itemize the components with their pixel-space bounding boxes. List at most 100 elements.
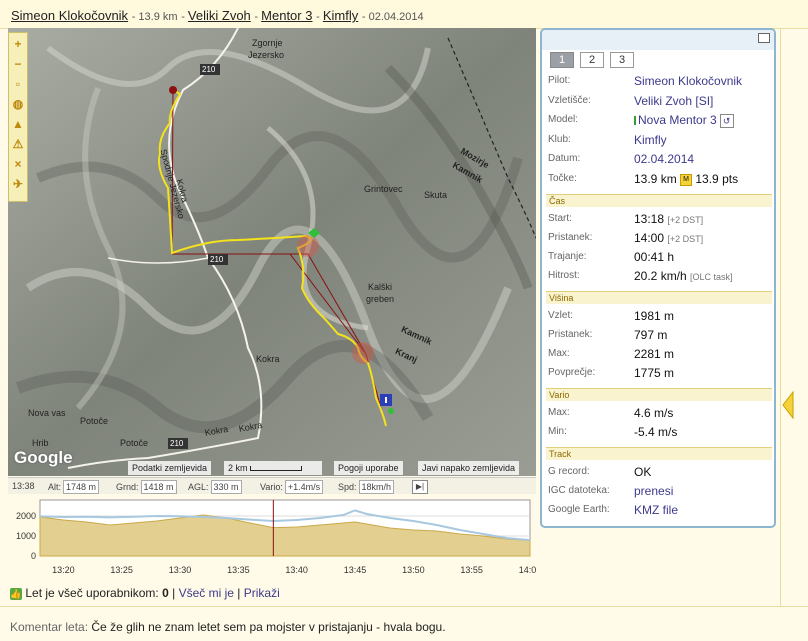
g-record-row: G record: OK [548,463,770,481]
grnd-value: 1418 m [140,480,177,494]
kmz-file-link[interactable]: KMZ file [634,503,678,517]
right-sidebar [780,0,808,606]
takeoff-alt-row: Vzlet: 1981 m [548,307,770,325]
landing-time-row: Pristanek: 14:00 [+2 DST] [548,229,770,247]
like-link[interactable]: Všeč mi je [179,586,234,600]
scale-bar [250,466,303,472]
vario-max-row: Max: 4.6 m/s [548,404,770,422]
map-label: Kalški [368,282,393,292]
likes-bar: 👍 Let je všeč uporabnikom: 0 | Všeč mi j… [10,586,280,600]
site-link[interactable]: Veliki Zvoh [188,8,251,23]
alt-value: 1748 m [63,480,100,494]
map-data-link[interactable]: Podatki zemljevida [128,461,212,475]
points-row: Točke: 13.9 km M 13.9 pts [548,170,770,188]
site-value[interactable]: Veliki Zvoh [SI] [634,94,713,108]
flight-comment: Komentar leta: Če že glih ne znam letet … [0,606,808,641]
section-time: Čas [546,194,772,207]
glider-info-icon[interactable]: ↺ [719,113,734,128]
landing-time-value: 14:00 [+2 DST] [634,231,703,245]
avg-alt-row: Povprečje: 1775 m [548,364,770,382]
y-tick-label: 2000 [16,511,36,521]
globe-icon[interactable]: ◍ [9,95,27,113]
zoom-in-icon[interactable]: + [9,35,27,53]
pilot-link[interactable]: Simeon Klokočovnik [11,8,128,23]
airplane-icon[interactable]: ✈ [9,175,27,193]
landing-alt-value: 797 m [634,328,668,342]
close-icon[interactable]: × [9,155,27,173]
duration-label: Trajanje: [548,251,587,262]
flight-title-bar: Simeon Klokočovnik - 13.9 km - Veliki Zv… [0,0,808,29]
road-shield: 210 [202,65,216,74]
comment-label: Komentar leta: [10,620,89,634]
flight-info-panel: 1 2 3 Pilot: Simeon Klokočovnik Vzletišče… [540,28,776,528]
likes-count: 0 [162,586,169,600]
google-logo: Google [14,448,73,467]
pilot-value[interactable]: Simeon Klokočovnik [634,74,742,88]
map-label: Grintovec [364,184,403,194]
report-error-link[interactable]: Javi napako zemljevida [418,461,520,475]
map-label: Skuta [424,190,448,200]
terrain-map[interactable]: Zgornje Jezersko 210 210 210 Spodnje Jez… [8,28,536,476]
speed-note: [OLC task] [690,272,733,282]
x-tick-label: 13:50 [402,565,425,575]
landing-time-label: Pristanek: [548,232,593,243]
map-label: Zgornje [252,38,283,48]
points-km: 13.9 km [634,172,677,186]
duration-value: 00:41 h [634,250,675,264]
altitude-chart[interactable]: 2000 1000 0 13:20 13:25 13:30 13:35 13:40 13:45 1… [8,494,541,578]
club-row: Klub: Kimfly [548,131,770,149]
igc-row: IGC datoteka: prenesi [548,482,770,500]
vario-max-label: Max: [548,407,570,418]
points-label: Točke: [548,173,577,184]
x-tick-label: 13:45 [344,565,367,575]
maximize-icon[interactable] [758,33,770,43]
landing-alt-label: Pristanek: [548,329,593,340]
glider-class-icon [634,116,636,126]
g-record-value: OK [634,465,652,479]
x-tick-label: 13:20 [52,565,75,575]
speed-label: Hitrost: [548,270,580,281]
collapse-arrow-icon[interactable] [782,390,794,420]
tab-3[interactable]: 3 [610,52,634,68]
terms-link[interactable]: Pogoji uporabe [334,461,403,475]
separator: | [237,586,241,600]
start-dst: [+2 DST] [667,215,704,225]
club-value[interactable]: Kimfly [634,133,667,147]
home-icon[interactable]: ▲ [9,115,27,133]
map-toolbar: + − ▫ ◍ ▲ ⚠ × ✈ [8,32,28,202]
vario-label: Vario: [260,482,283,492]
avg-alt-label: Povprečje: [548,367,596,378]
separator: - [181,11,188,23]
road-shield: 210 [210,255,224,264]
layers-icon[interactable]: ▫ [9,75,27,93]
date-value[interactable]: 02.04.2014 [634,152,694,166]
pilot-label: Pilot: [548,75,571,86]
warning-icon[interactable]: ⚠ [9,135,27,153]
map-canvas [8,28,536,476]
section-height: Višina [546,291,772,304]
vario-min-value: -5.4 m/s [634,425,678,439]
google-earth-label: Google Earth: [548,504,610,515]
tab-1[interactable]: 1 [550,52,574,68]
igc-download-link[interactable]: prenesi [634,484,673,498]
x-tick-label: 13:35 [227,565,250,575]
max-alt-value: 2281 m [634,347,675,361]
google-earth-row: Google Earth: KMZ file [548,501,770,519]
road-shield: 210 [170,439,184,448]
show-likes-link[interactable]: Prikaži [244,586,280,600]
tab-2[interactable]: 2 [580,52,604,68]
zoom-out-icon[interactable]: − [9,55,27,73]
club-label: Klub: [548,134,571,145]
duration-row: Trajanje: 00:41 h [548,248,770,266]
play-icon[interactable]: ▶| [412,480,428,494]
scale-label: 2 km [228,463,248,473]
model-value[interactable]: Nova Mentor 3 ↺ [634,113,734,128]
glider-link[interactable]: Mentor 3 [261,8,312,23]
altitude-chart-svg: 2000 1000 0 13:20 13:25 13:30 13:35 13:40 13:45 1… [16,499,541,575]
club-link[interactable]: Kimfly [323,8,358,23]
pilot-row: Pilot: Simeon Klokočovnik [548,72,770,90]
landing-alt-row: Pristanek: 797 m [548,326,770,344]
points-value: 13.9 km M 13.9 pts [634,172,738,186]
x-tick-label: 13:30 [169,565,192,575]
start-value: 13:18 [+2 DST] [634,212,703,226]
